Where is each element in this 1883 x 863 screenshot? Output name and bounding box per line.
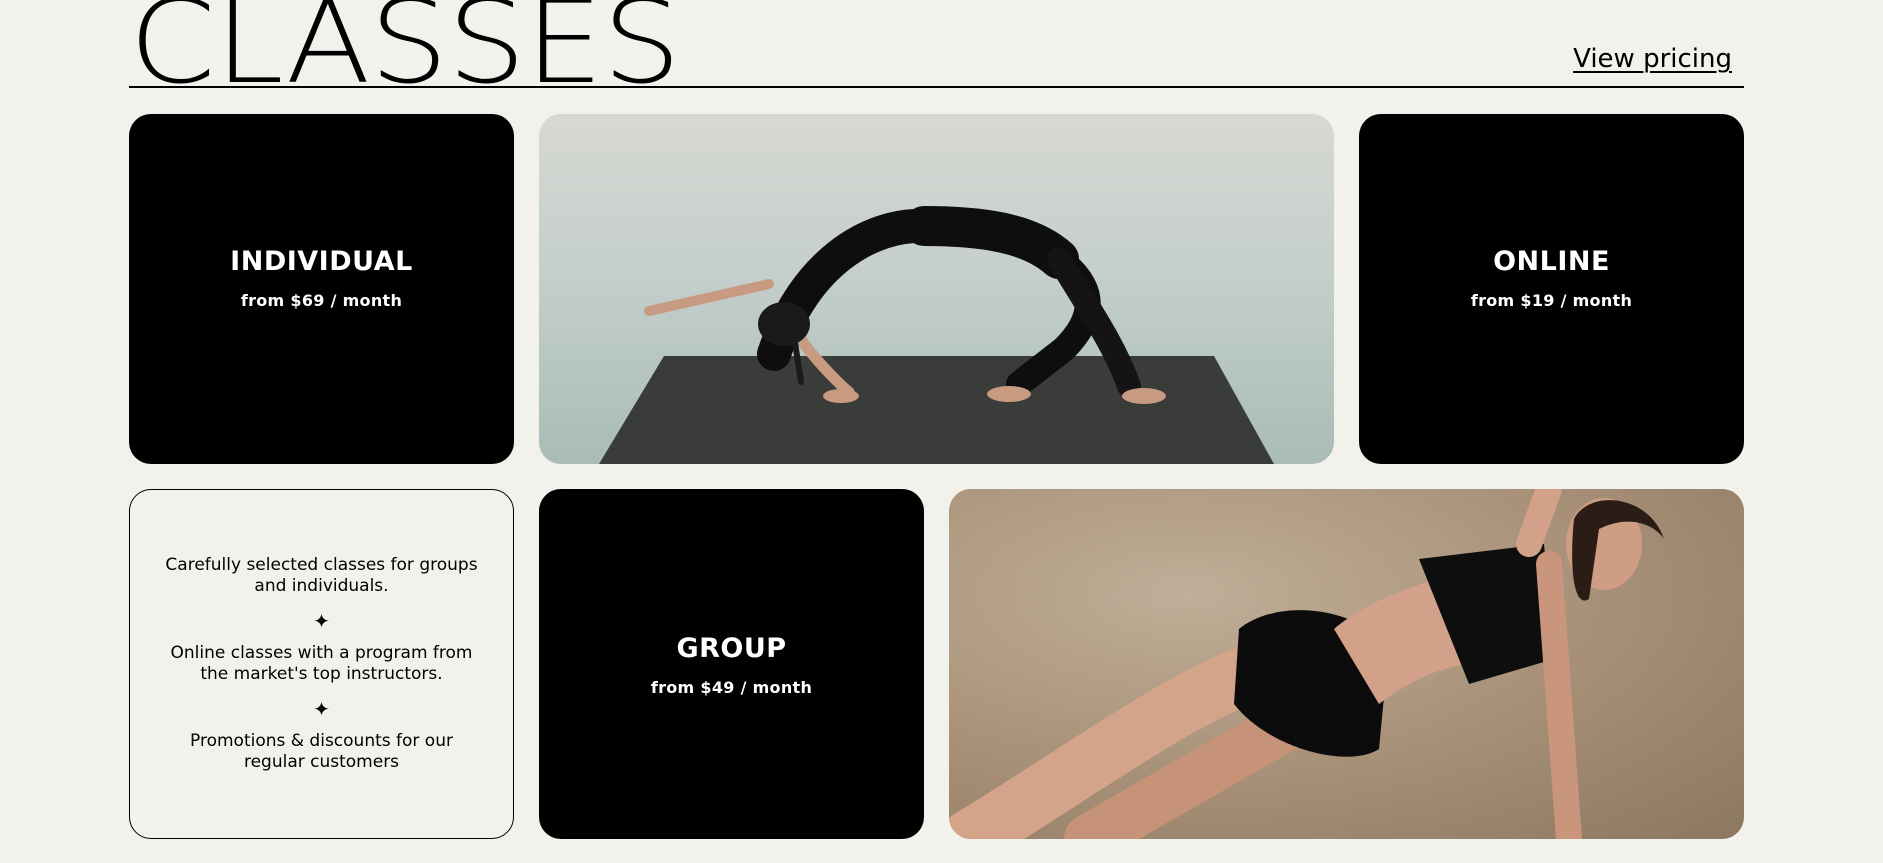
sparkle-icon: ✦ [313,697,330,721]
sparkle-icon: ✦ [313,609,330,633]
yoga-side-plank-photo [949,489,1744,839]
group-card-title: GROUP [676,633,787,664]
feature-item: Carefully selected classes for groups an… [165,555,478,596]
individual-class-card[interactable]: INDIVIDUAL from $69 / month [129,114,514,464]
features-card: Carefully selected classes for groups an… [129,489,514,839]
individual-card-title: INDIVIDUAL [230,246,413,277]
feature-item: Online classes with a program from the m… [170,643,473,684]
individual-card-price: from $69 / month [240,291,403,310]
group-card-price: from $49 / month [650,678,813,697]
feature-item: Promotions & discounts for our regular c… [190,731,453,772]
side-plank-illustration [949,489,1664,839]
backbend-illustration [599,206,1274,464]
group-class-card[interactable]: GROUP from $49 / month [539,489,924,839]
online-class-card[interactable]: ONLINE from $19 / month [1359,114,1744,464]
online-card-title: ONLINE [1493,246,1610,277]
page-title: CLASSES [129,0,681,110]
classes-header: CLASSES View pricing [129,0,1744,101]
online-card-price: from $19 / month [1470,291,1633,310]
view-pricing-link[interactable]: View pricing [1573,44,1732,74]
yoga-backbend-photo [539,114,1334,464]
